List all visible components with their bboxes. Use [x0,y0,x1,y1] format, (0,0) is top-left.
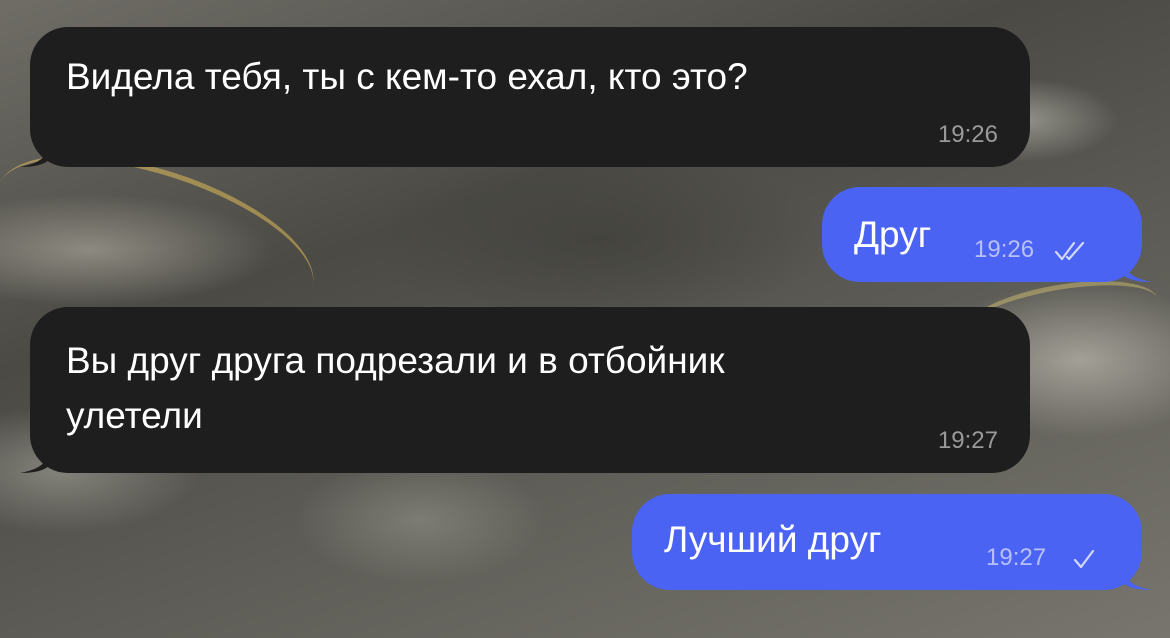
message-text: Видела тебя, ты с кем-то ехал, кто это? [66,56,748,97]
outgoing-message-bubble[interactable]: Друг 19:26 [822,187,1152,282]
message-timestamp: 19:26 [974,236,1035,263]
bubble-tail [20,137,50,167]
bubble-tail [1122,560,1152,590]
message-text: Друг [854,214,932,255]
message-text: Вы друг друга подрезали и в отбойник уле… [66,340,725,436]
message-timestamp: 19:26 [937,121,998,148]
double-check-icon [1054,241,1085,261]
bubble-tail [20,443,50,473]
outgoing-message-bubble[interactable]: Лучший друг 19:27 [632,494,1152,590]
bubble-tail [1122,252,1152,282]
check-icon [1073,549,1095,569]
message-text: Лучший друг [664,519,882,560]
incoming-message-bubble[interactable]: Вы друг друга подрезали и в отбойник уле… [20,307,1030,473]
chat-thread: Видела тебя, ты с кем-то ехал, кто это? … [0,0,1170,638]
message-timestamp: 19:27 [937,427,998,454]
incoming-message-bubble[interactable]: Видела тебя, ты с кем-то ехал, кто это? … [20,27,1030,167]
message-timestamp: 19:27 [986,544,1047,571]
